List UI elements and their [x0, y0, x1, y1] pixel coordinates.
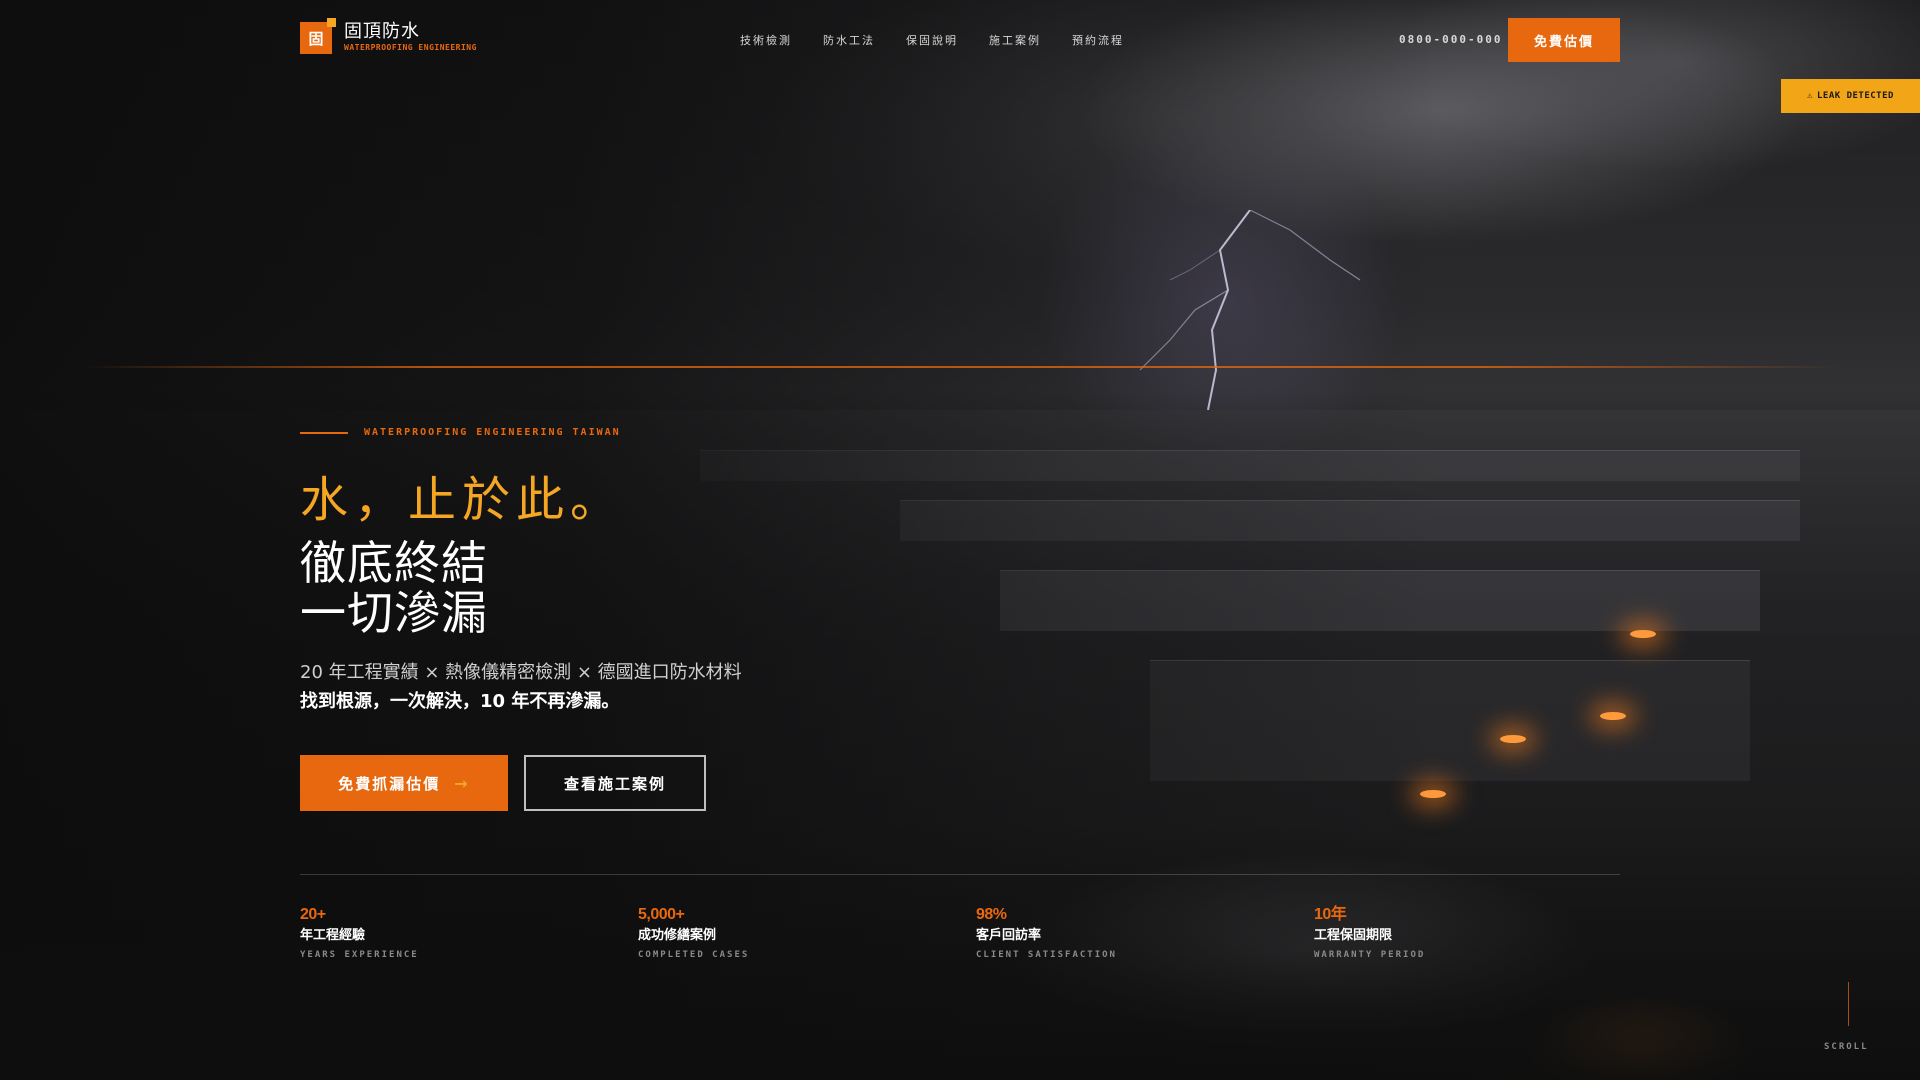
- stat-value: 20+: [300, 906, 326, 923]
- site-header: 固 固頂防水 WATERPROOFING ENGINEERING 技術檢測 防水…: [300, 18, 1620, 62]
- stat-value: 98%: [976, 906, 1007, 923]
- headline-main: 徹底終結 一切滲漏: [300, 538, 488, 638]
- logo-mark: 固: [300, 18, 336, 54]
- stat-label: 工程保固期限: [1314, 928, 1393, 943]
- nav-item-methods[interactable]: 防水工法: [823, 32, 875, 48]
- headline-line-1: 徹底終結: [300, 536, 488, 590]
- leak-badge-label: LEAK DETECTED: [1816, 91, 1894, 101]
- brand-name: 固頂防水: [344, 21, 420, 42]
- stat-value: 5,000+: [638, 906, 685, 923]
- eyebrow-text: WATERPROOFING ENGINEERING TAIWAN: [364, 427, 621, 438]
- arrow-right-icon: →: [454, 773, 470, 793]
- leak-detected-badge[interactable]: ⚠ LEAK DETECTED: [1781, 79, 1920, 113]
- nav-item-cases[interactable]: 施工案例: [989, 32, 1041, 48]
- scroll-indicator[interactable]: SCROLL: [1824, 1042, 1869, 1052]
- free-quote-button[interactable]: 免費估價: [1508, 18, 1620, 62]
- nav-item-inspection[interactable]: 技術檢測: [740, 32, 792, 48]
- hero-background: [0, 0, 1920, 1080]
- brand-tagline: WATERPROOFING ENGINEERING: [344, 43, 477, 52]
- nav-item-warranty[interactable]: 保固說明: [906, 32, 958, 48]
- stat-sublabel: YEARS EXPERIENCE: [300, 950, 419, 960]
- headline-accent: 水，止於此。: [300, 472, 625, 528]
- stat-value: 10年: [1314, 906, 1347, 923]
- leak-quote-label: 免費抓漏估價: [338, 774, 441, 793]
- brand-logo[interactable]: 固 固頂防水 WATERPROOFING ENGINEERING: [300, 18, 477, 54]
- headline-line-2: 一切滲漏: [300, 586, 488, 640]
- hero-eyebrow: WATERPROOFING ENGINEERING TAIWAN: [300, 427, 621, 438]
- stat-years: 20+ 年工程經驗 YEARS EXPERIENCE: [300, 906, 600, 960]
- stat-satisfaction: 98% 客戶回訪率 CLIENT SATISFACTION: [976, 906, 1276, 960]
- stat-warranty: 10年 工程保固期限 WARRANTY PERIOD: [1314, 906, 1614, 960]
- leak-quote-button[interactable]: 免費抓漏估價 →: [300, 755, 508, 811]
- hero-subtext: 20 年工程實績 × 熱像儀精密檢測 × 德國進口防水材料 找到根源，一次解決，…: [300, 658, 742, 716]
- phone-number[interactable]: 0800-000-000: [1399, 33, 1502, 46]
- main-nav: 技術檢測 防水工法 保固說明 施工案例 預約流程: [740, 32, 1155, 48]
- subtext-line-1: 20 年工程實績 × 熱像儀精密檢測 × 德國進口防水材料: [300, 662, 742, 683]
- warning-icon: ⚠: [1807, 91, 1813, 101]
- stat-label: 成功修繕案例: [638, 928, 717, 943]
- stat-cases: 5,000+ 成功修繕案例 COMPLETED CASES: [638, 906, 938, 960]
- stat-sublabel: COMPLETED CASES: [638, 950, 750, 960]
- stats-divider: [300, 874, 1620, 875]
- subtext-line-2: 找到根源，一次解決，10 年不再滲漏。: [300, 691, 620, 712]
- horizon-accent-line: [80, 366, 1840, 368]
- eyebrow-rule: [300, 431, 348, 434]
- view-cases-button[interactable]: 查看施工案例: [524, 755, 706, 811]
- stat-sublabel: CLIENT SATISFACTION: [976, 950, 1117, 960]
- nav-item-booking[interactable]: 預約流程: [1072, 32, 1124, 48]
- stat-label: 客戶回訪率: [976, 928, 1042, 943]
- scroll-indicator-line: [1848, 982, 1849, 1026]
- stat-label: 年工程經驗: [300, 928, 366, 943]
- stat-sublabel: WARRANTY PERIOD: [1314, 950, 1426, 960]
